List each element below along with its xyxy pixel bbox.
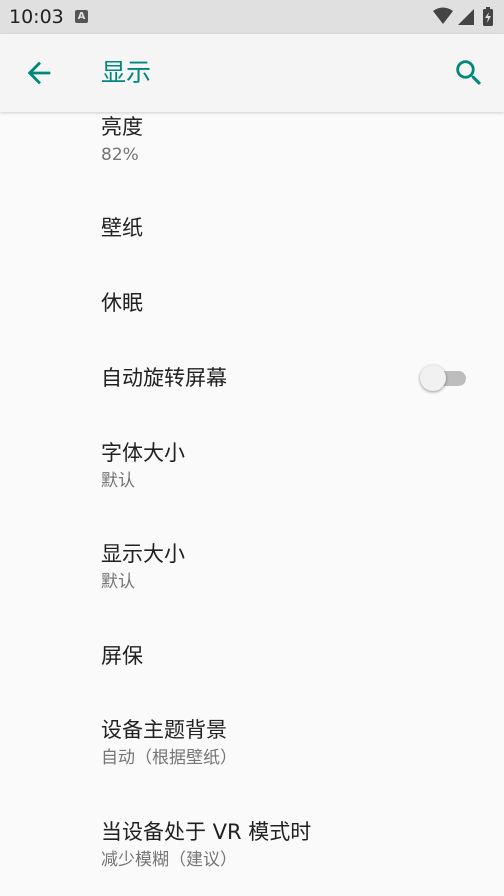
pref-title: 当设备处于 VR 模式时 — [101, 820, 312, 844]
pref-auto-rotate[interactable]: 自动旋转屏幕 — [0, 342, 504, 418]
display-settings-screen: 10:03 A 显示 亮度 82% 壁纸 休眠 自动旋转屏幕 字体大小 默认 显… — [0, 0, 504, 896]
status-time: 10:03 — [9, 6, 64, 28]
battery-icon — [483, 7, 493, 26]
arrow-back-icon — [27, 61, 51, 85]
page-title: 显示 — [101, 58, 152, 87]
status-bar: 10:03 A — [0, 0, 504, 34]
pref-summary: 82% — [101, 145, 139, 165]
pref-title: 壁纸 — [101, 216, 143, 240]
pref-title: 设备主题背景 — [101, 718, 227, 742]
pref-wallpaper[interactable]: 壁纸 — [0, 190, 504, 266]
toggle-thumb — [420, 365, 446, 391]
notification-icon: A — [75, 10, 88, 23]
search-button[interactable] — [452, 56, 486, 90]
pref-screensaver[interactable]: 屏保 — [0, 620, 504, 696]
pref-title: 显示大小 — [101, 542, 185, 566]
pref-title: 字体大小 — [101, 441, 185, 465]
pref-title: 亮度 — [101, 115, 143, 139]
status-icons — [432, 7, 498, 27]
pref-vr-mode[interactable]: 当设备处于 VR 模式时 减少模糊（建议） — [0, 796, 504, 896]
search-icon — [456, 60, 482, 86]
pref-summary: 减少模糊（建议） — [101, 850, 237, 870]
pref-brightness[interactable]: 亮度 82% — [0, 112, 504, 180]
pref-summary: 自动（根据壁纸） — [101, 748, 237, 768]
pref-summary: 默认 — [101, 471, 135, 491]
pref-title: 休眠 — [101, 291, 143, 315]
pref-title: 自动旋转屏幕 — [101, 366, 227, 390]
pref-device-theme[interactable]: 设备主题背景 自动（根据壁纸） — [0, 696, 504, 796]
pref-summary: 默认 — [101, 572, 135, 592]
pref-title: 屏保 — [101, 644, 143, 668]
app-bar: 显示 — [0, 34, 504, 112]
pref-display-size[interactable]: 显示大小 默认 — [0, 520, 504, 620]
auto-rotate-toggle[interactable] — [420, 364, 468, 392]
pref-font-size[interactable]: 字体大小 默认 — [0, 420, 504, 520]
status-icons-svg — [433, 7, 493, 26]
pref-sleep[interactable]: 休眠 — [0, 266, 504, 342]
wifi-icon — [433, 7, 453, 24]
back-button[interactable] — [22, 56, 56, 90]
signal-icon — [458, 9, 474, 25]
